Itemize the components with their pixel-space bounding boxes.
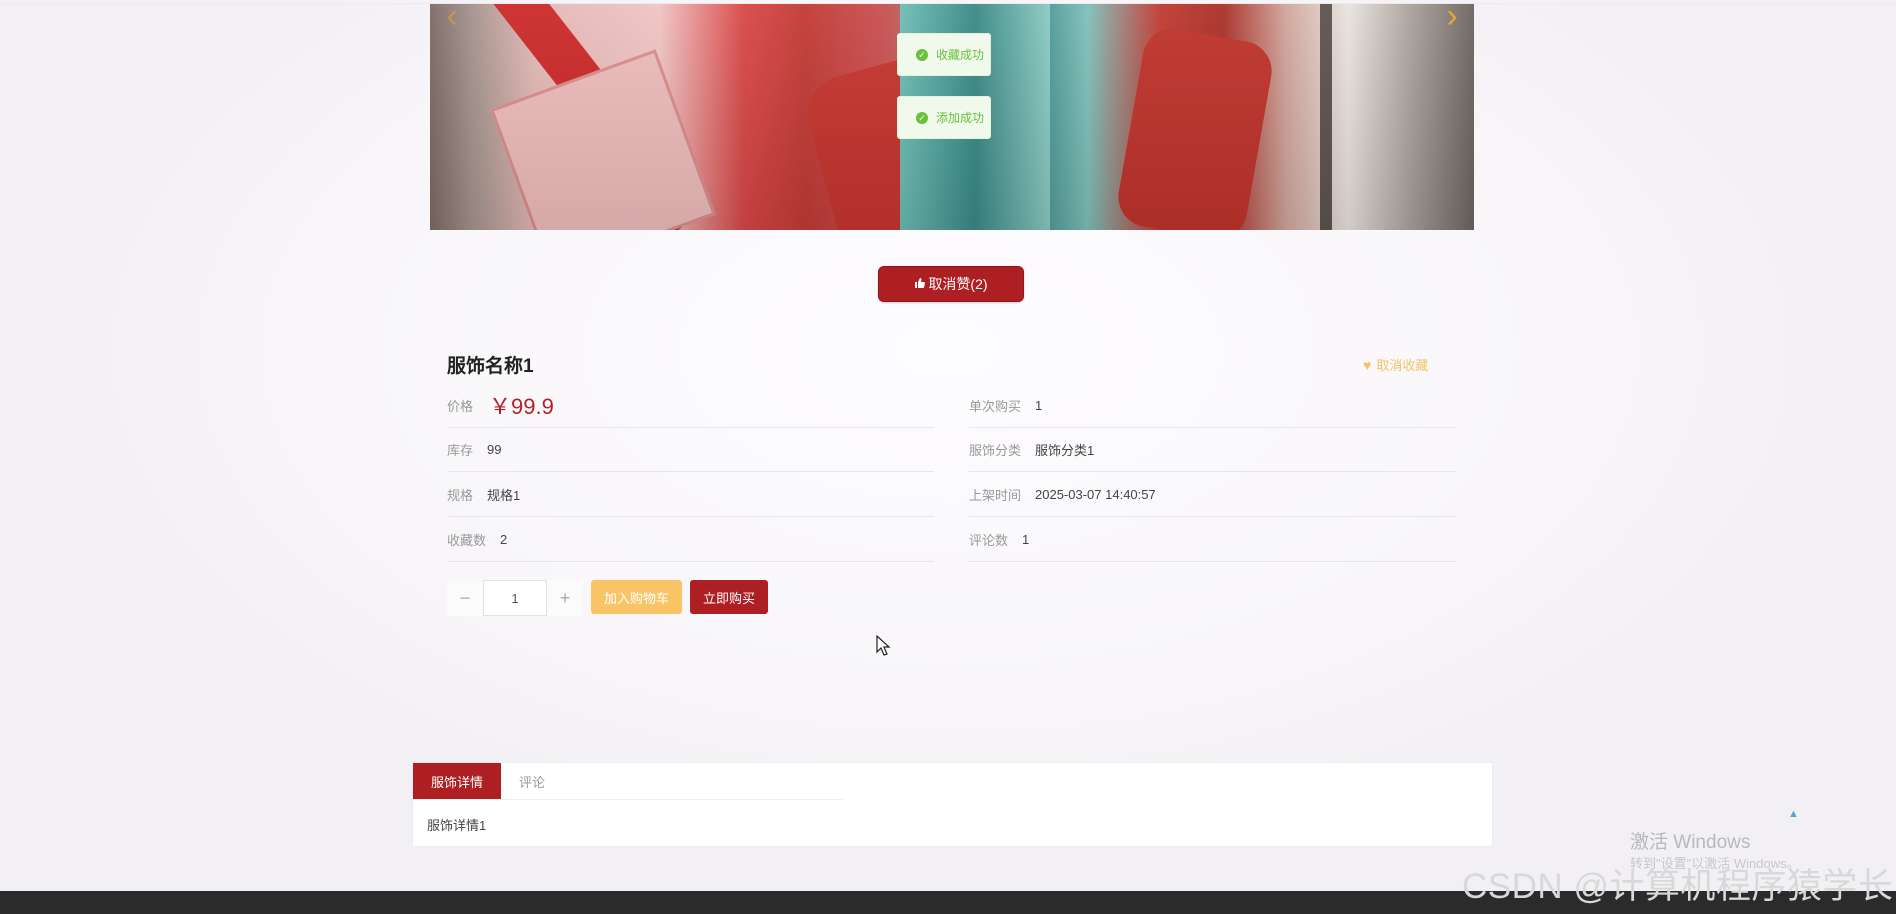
quantity-decrease-button[interactable]: − [447,580,483,616]
product-title: 服饰名称1 [447,356,534,377]
price-label: 价格 [447,398,474,414]
tab-content: 服饰详情1 [427,818,487,833]
info-label: 库存 [447,442,474,458]
toast-favorite-success: ✓ 收藏成功 [897,33,991,76]
info-label: 上架时间 [969,487,1022,503]
info-row-stock: 库存 99 [447,427,934,472]
info-label: 服饰分类 [969,442,1022,458]
chevron-left-icon[interactable]: ‹ [438,0,466,36]
info-value: 2025-03-07 14:40:57 [1035,486,1156,502]
check-circle-icon: ✓ [916,48,928,61]
info-label: 收藏数 [447,532,487,548]
quantity-increase-button[interactable]: + [547,580,583,616]
windows-activation-title: 激活 Windows [1630,832,1751,853]
caret-up-icon[interactable]: ▲ [1788,808,1799,820]
quantity-input[interactable]: 1 [483,580,547,616]
thumbs-up-icon [914,277,926,292]
check-circle-icon: ✓ [916,111,928,124]
mouse-cursor-icon [876,635,891,656]
info-value: 服饰分类1 [1035,442,1095,458]
info-row-spec: 规格 规格1 [447,472,934,517]
unlike-label: 取消赞(2) [928,276,988,292]
tab-clothing-details[interactable]: 服饰详情 [413,763,502,799]
heart-icon: ♥ [1363,356,1372,373]
unfavorite-button[interactable]: ♥ 取消收藏 [1363,355,1428,374]
tab-divider [413,799,843,800]
detail-tabs-panel: 服饰详情 评论 服饰详情1 [412,762,1493,847]
unlike-button[interactable]: 取消赞(2) [878,266,1024,302]
quantity-stepper: − 1 + [447,580,583,616]
info-row-category: 服饰分类 服饰分类1 [969,427,1456,472]
buy-now-button[interactable]: 立即购买 [690,580,768,614]
csdn-watermark: CSDN @计算机程序猿学长 [1462,867,1894,906]
chevron-right-icon[interactable]: › [1438,0,1466,36]
toast-text: 添加成功 [936,111,985,125]
toast-add-success: ✓ 添加成功 [897,96,991,139]
add-to-cart-button[interactable]: 加入购物车 [591,580,682,614]
info-row-price: 价格 ￥99.9 [447,383,934,428]
toast-text: 收藏成功 [936,48,985,62]
info-row-favorites: 收藏数 2 [447,517,934,562]
price-value: ￥99.9 [489,394,554,419]
info-row-listed-time: 上架时间 2025-03-07 14:40:57 [969,472,1456,517]
unfavorite-label: 取消收藏 [1376,358,1429,373]
info-row-single-purchase: 单次购买 1 [969,383,1456,428]
info-value: 99 [487,441,502,457]
info-label: 规格 [447,487,474,503]
info-value: 1 [1035,397,1043,413]
info-row-comment-count: 评论数 1 [969,517,1456,562]
info-value: 规格1 [487,487,521,503]
info-value: 1 [1022,531,1030,547]
info-value: 2 [500,531,508,547]
tab-bar: 服饰详情 评论 [413,763,563,799]
info-label: 评论数 [969,532,1009,548]
tab-comments[interactable]: 评论 [501,763,563,799]
info-label: 单次购买 [969,398,1022,414]
